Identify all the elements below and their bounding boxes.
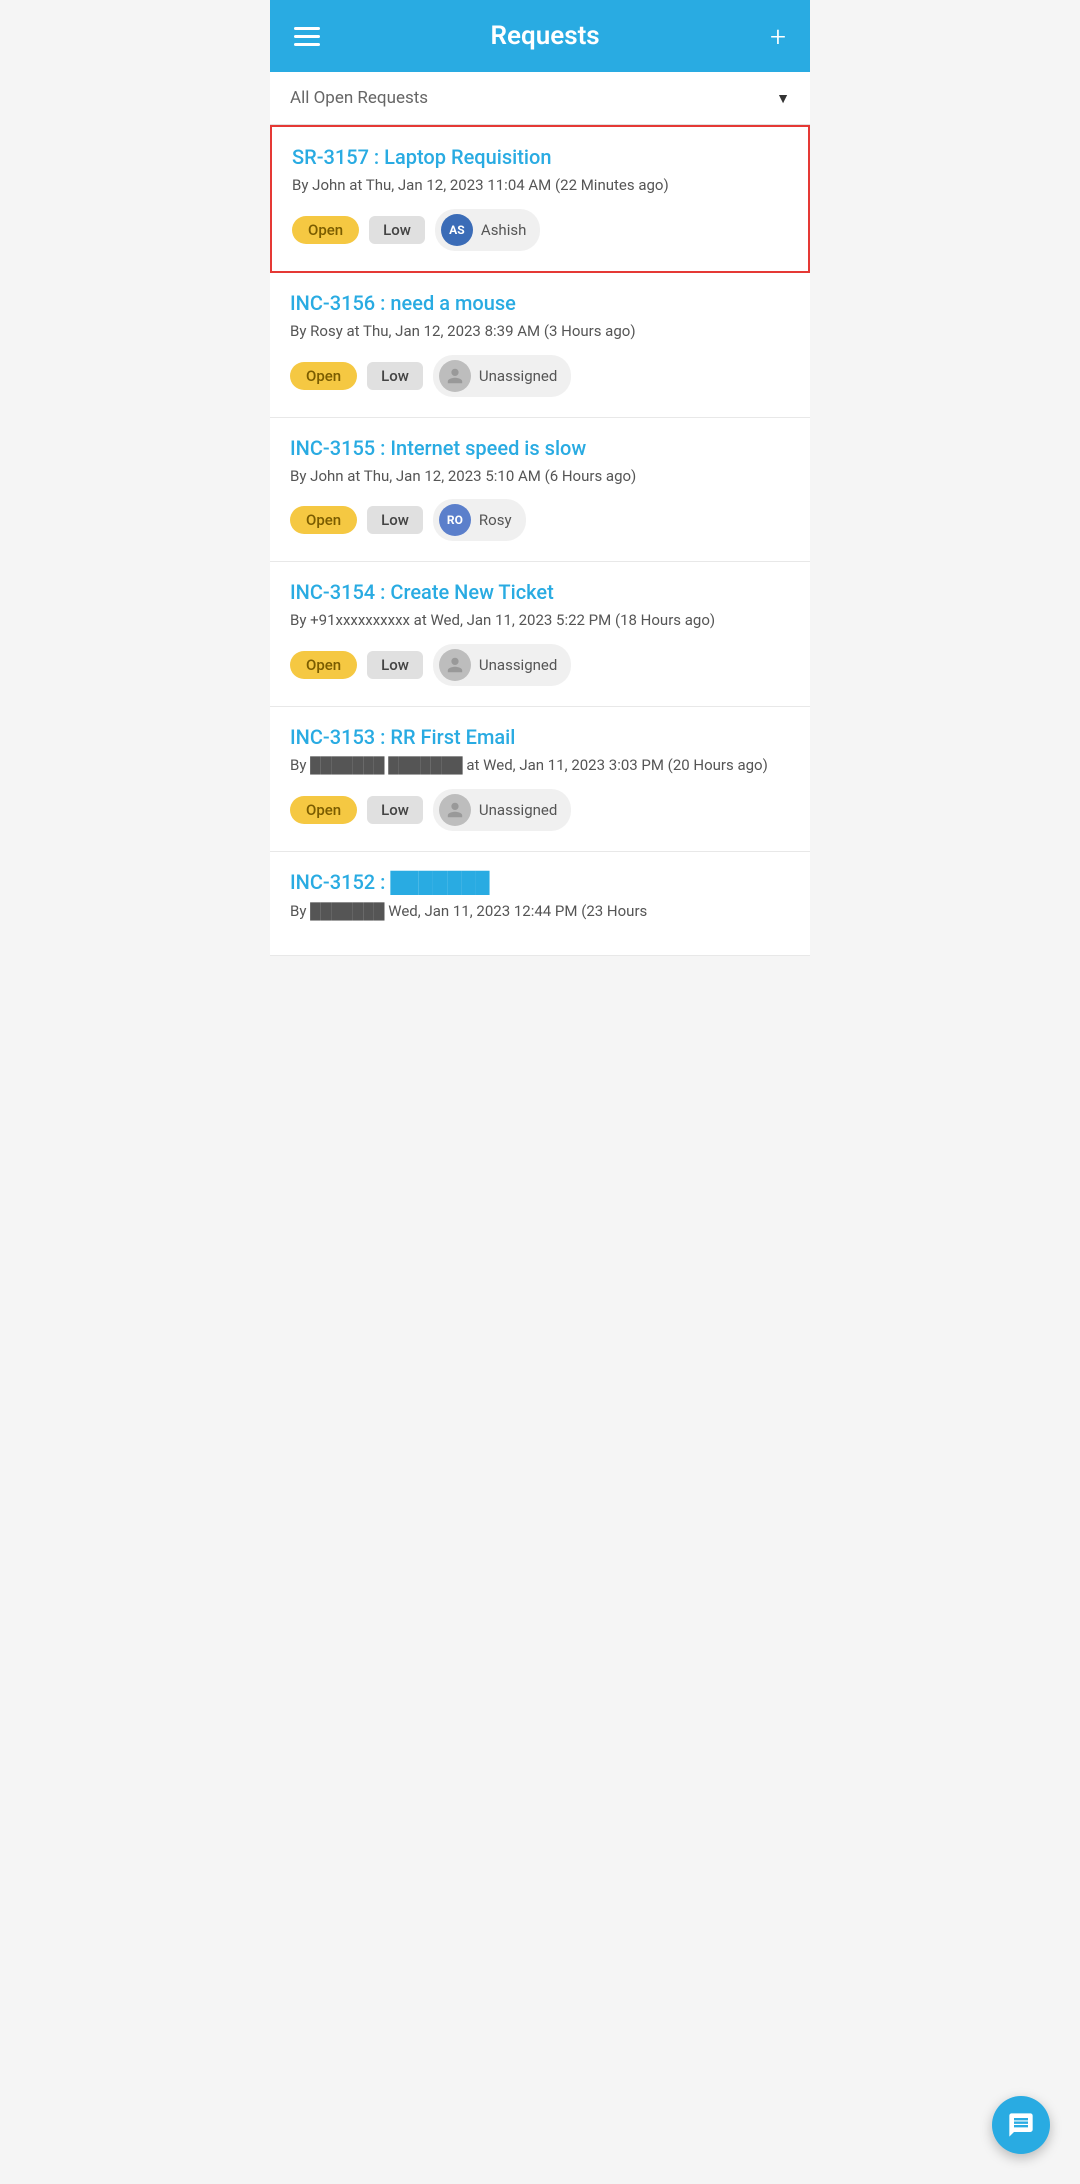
- request-meta: By John at Thu, Jan 12, 2023 11:04 AM (2…: [292, 175, 788, 197]
- request-id: INC-3153 : RR First Email: [290, 725, 790, 749]
- assignee-name: Unassigned: [479, 367, 557, 385]
- request-tags: Open Low Unassigned: [290, 789, 790, 831]
- request-item[interactable]: INC-3155 : Internet speed is slow By Joh…: [270, 418, 810, 563]
- status-badge: Open: [290, 506, 357, 534]
- request-id: SR-3157 : Laptop Requisition: [292, 145, 788, 169]
- assignee-name: Rosy: [479, 511, 512, 529]
- filter-chevron-icon[interactable]: ▼: [776, 90, 790, 107]
- avatar: [439, 360, 471, 392]
- add-request-button[interactable]: +: [770, 20, 786, 53]
- request-list: SR-3157 : Laptop Requisition By John at …: [270, 125, 810, 956]
- priority-badge: Low: [367, 796, 423, 824]
- request-id: INC-3155 : Internet speed is slow: [290, 436, 790, 460]
- assignee-name: Ashish: [481, 221, 526, 239]
- avatar: AS: [441, 214, 473, 246]
- menu-button[interactable]: [294, 27, 320, 46]
- request-id: INC-3156 : need a mouse: [290, 291, 790, 315]
- status-badge: Open: [290, 362, 357, 390]
- avatar: [439, 794, 471, 826]
- chat-fab-button[interactable]: [992, 2096, 1050, 2154]
- assignee-name: Unassigned: [479, 656, 557, 674]
- assignee-badge: RO Rosy: [433, 499, 526, 541]
- filter-label: All Open Requests: [290, 88, 428, 108]
- request-tags: Open Low Unassigned: [290, 355, 790, 397]
- priority-badge: Low: [367, 506, 423, 534]
- avatar: [439, 649, 471, 681]
- page-title: Requests: [491, 21, 600, 51]
- request-tags: Open Low AS Ashish: [292, 209, 788, 251]
- request-id: INC-3154 : Create New Ticket: [290, 580, 790, 604]
- filter-bar[interactable]: All Open Requests ▼: [270, 72, 810, 125]
- status-badge: Open: [292, 216, 359, 244]
- request-item[interactable]: INC-3152 : ███████ By ███████ Wed, Jan 1…: [270, 852, 810, 956]
- status-badge: Open: [290, 796, 357, 824]
- request-meta: By +91xxxxxxxxxx at Wed, Jan 11, 2023 5:…: [290, 610, 790, 632]
- assignee-badge: Unassigned: [433, 644, 571, 686]
- assignee-badge: Unassigned: [433, 355, 571, 397]
- assignee-name: Unassigned: [479, 801, 557, 819]
- request-tags: Open Low Unassigned: [290, 644, 790, 686]
- request-item[interactable]: INC-3156 : need a mouse By Rosy at Thu, …: [270, 273, 810, 418]
- request-meta: By Rosy at Thu, Jan 12, 2023 8:39 AM (3 …: [290, 321, 790, 343]
- request-meta: By ███████ Wed, Jan 11, 2023 12:44 PM (2…: [290, 901, 790, 923]
- priority-badge: Low: [369, 216, 425, 244]
- request-meta: By ███████ ███████ at Wed, Jan 11, 2023 …: [290, 755, 790, 777]
- status-badge: Open: [290, 651, 357, 679]
- request-tags: Open Low RO Rosy: [290, 499, 790, 541]
- request-meta: By John at Thu, Jan 12, 2023 5:10 AM (6 …: [290, 466, 790, 488]
- request-item[interactable]: INC-3153 : RR First Email By ███████ ███…: [270, 707, 810, 852]
- assignee-badge: Unassigned: [433, 789, 571, 831]
- request-item[interactable]: INC-3154 : Create New Ticket By +91xxxxx…: [270, 562, 810, 707]
- request-item[interactable]: SR-3157 : Laptop Requisition By John at …: [270, 125, 810, 273]
- priority-badge: Low: [367, 651, 423, 679]
- priority-badge: Low: [367, 362, 423, 390]
- app-header: Requests +: [270, 0, 810, 72]
- assignee-badge: AS Ashish: [435, 209, 540, 251]
- avatar: RO: [439, 504, 471, 536]
- request-id: INC-3152 : ███████: [290, 870, 790, 895]
